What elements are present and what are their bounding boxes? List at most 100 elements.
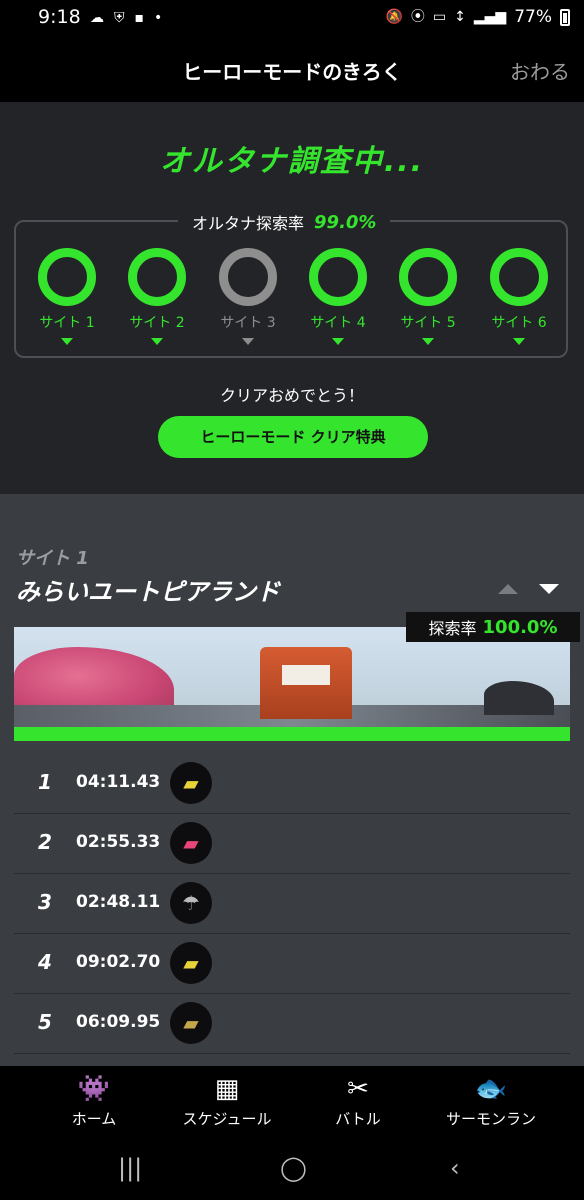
status-bar: 9:18 ☁ ⛨ ▪ • 🔕 ⦿ ▭ ↕ ▂▄▆ 77% [0, 0, 584, 36]
salmon-icon: 🐟 [474, 1074, 508, 1104]
app-badge-icon: ▪ [134, 10, 145, 26]
site-button-2[interactable]: サイト 2 [112, 248, 202, 345]
mission-time-list: 1 04:11.43 ▰ 2 02:55.33 ▰ 3 02:48.11 ☂ 4… [14, 754, 570, 1054]
nav-label: サーモンラン [445, 1110, 536, 1128]
chevron-down-icon [242, 338, 254, 345]
site-label: サイト 3 [220, 315, 276, 331]
mission-number: 4 [38, 950, 52, 974]
shield-app-icon: ⛨ [114, 10, 125, 26]
chevron-down-icon [61, 338, 73, 345]
rate-value: 99.0% [314, 211, 377, 233]
survey-title: オルタナ調査中... [159, 144, 425, 179]
site-rate-tag: 探索率 100.0% [406, 612, 580, 642]
mission-time: 09:02.70 [76, 952, 161, 972]
page-title: ヒーローモードのきろく [182, 60, 402, 84]
chevron-down-icon [332, 338, 344, 345]
status-left-icons: ☁ ⛨ ▪ • [90, 8, 162, 28]
site-progress-ring [490, 248, 548, 306]
battery-percent: 77% [514, 7, 552, 27]
app-bar: ヒーローモードのきろく おわる [0, 36, 584, 102]
congrats-text: クリアおめでとう！ [219, 386, 364, 405]
next-site-arrow-icon[interactable] [539, 584, 559, 594]
dot-icon: • [154, 10, 163, 26]
banner-progress-stripe [14, 727, 570, 741]
site-label: サイト 6 [491, 315, 547, 331]
site-progress-ring [38, 248, 96, 306]
mission-number: 2 [38, 830, 52, 854]
yellow-roller-icon: ▰ [170, 942, 212, 984]
nav-label: ホーム [71, 1110, 117, 1128]
mission-time: 02:55.33 [76, 832, 161, 852]
mission-number: 1 [38, 770, 52, 794]
blaster-icon: ▰ [170, 1002, 212, 1044]
nav-home[interactable]: 👾 ホーム [34, 1074, 154, 1129]
site-progress-ring [309, 248, 367, 306]
nav-schedule[interactable]: ▦ スケジュール [167, 1074, 287, 1129]
umbrella-icon: ☂ [170, 882, 212, 924]
site-progress-ring [399, 248, 457, 306]
list-item[interactable]: 1 04:11.43 ▰ [14, 754, 570, 814]
rate-label-text: オルタナ探索率 [192, 214, 305, 233]
pink-brush-icon: ▰ [170, 822, 212, 864]
4g-icon: ↕ [454, 9, 466, 25]
battle-icon: ✂ [347, 1074, 369, 1104]
site-label: サイト 1 [39, 315, 95, 331]
site-button-6[interactable]: サイト 6 [474, 248, 564, 345]
system-navigation-bar: ||| ◯ ‹ [0, 1136, 584, 1200]
signal-icon: ▂▄▆ [473, 9, 507, 25]
site-list: サイト 1 サイト 2 サイト 3 サイト 4 サイト 5 サイト 6 [22, 248, 562, 348]
nav-label: バトル [335, 1110, 381, 1128]
battery-icon [560, 8, 570, 26]
mission-time: 02:48.11 [76, 892, 161, 912]
back-icon[interactable]: ‹ [450, 1154, 460, 1182]
home-circle-icon[interactable]: ◯ [280, 1154, 307, 1182]
mute-icon: 🔕 [385, 9, 403, 25]
recent-apps-icon[interactable]: ||| [118, 1154, 142, 1182]
bottom-navigation: 👾 ホーム ▦ スケジュール ✂ バトル 🐟 サーモンラン [0, 1066, 584, 1136]
site-detail-section: サイト 1 みらいユートピアランド 探索率 100.0% 1 04:11.43 … [0, 494, 584, 1066]
site-progress-ring [128, 248, 186, 306]
site-button-5[interactable]: サイト 5 [383, 248, 473, 345]
mission-number: 3 [38, 890, 52, 914]
chevron-down-icon [151, 338, 163, 345]
nav-battle[interactable]: ✂ バトル [298, 1074, 418, 1129]
nav-label: スケジュール [182, 1110, 272, 1128]
clear-reward-button[interactable]: ヒーローモード クリア特典 [158, 416, 428, 458]
list-item[interactable]: 5 06:09.95 ▰ [14, 994, 570, 1054]
site-progress-ring [219, 248, 277, 306]
site-label: サイト 4 [310, 315, 366, 331]
cloud-icon: ☁ [90, 10, 104, 26]
site-label: サイト 5 [400, 315, 456, 331]
close-button[interactable]: おわる [510, 56, 570, 85]
location-icon: ⦿ [410, 9, 425, 25]
mission-number: 5 [38, 1010, 52, 1034]
status-right-icons: 🔕 ⦿ ▭ ↕ ▂▄▆ 77% [385, 7, 570, 27]
list-item[interactable]: 3 02:48.11 ☂ [14, 874, 570, 934]
list-item[interactable]: 2 02:55.33 ▰ [14, 814, 570, 874]
previous-site-arrow-icon[interactable] [498, 584, 518, 594]
mission-time: 06:09.95 [76, 1012, 161, 1032]
mission-time: 04:11.43 [76, 772, 161, 792]
exploration-rate-label: オルタナ探索率 99.0% [178, 210, 391, 234]
nav-salmon-run[interactable]: 🐟 サーモンラン [431, 1074, 551, 1129]
chevron-down-icon [422, 338, 434, 345]
list-item[interactable]: 4 09:02.70 ▰ [14, 934, 570, 994]
squid-icon: 👾 [77, 1074, 111, 1104]
banner-wreck [484, 681, 554, 715]
status-time: 9:18 [38, 6, 81, 28]
chevron-down-icon [513, 338, 525, 345]
site-label: サイト 2 [129, 315, 185, 331]
banner-ship [260, 647, 352, 719]
site-rate-label: 探索率 [428, 619, 477, 638]
volte-icon: ▭ [432, 9, 447, 25]
hero-summary-panel: オルタナ調査中... オルタナ探索率 99.0% サイト 1 サイト 2 サイト… [0, 102, 584, 494]
yellow-roller-icon: ▰ [170, 762, 212, 804]
site-rate-value: 100.0% [482, 616, 558, 638]
calendar-icon: ▦ [214, 1074, 240, 1104]
site-button-1[interactable]: サイト 1 [22, 248, 112, 345]
site-name: みらいユートピアランド [16, 578, 280, 606]
site-button-4[interactable]: サイト 4 [293, 248, 383, 345]
site-number: サイト 1 [16, 548, 89, 569]
site-banner-image [14, 627, 570, 741]
site-button-3[interactable]: サイト 3 [203, 248, 293, 345]
